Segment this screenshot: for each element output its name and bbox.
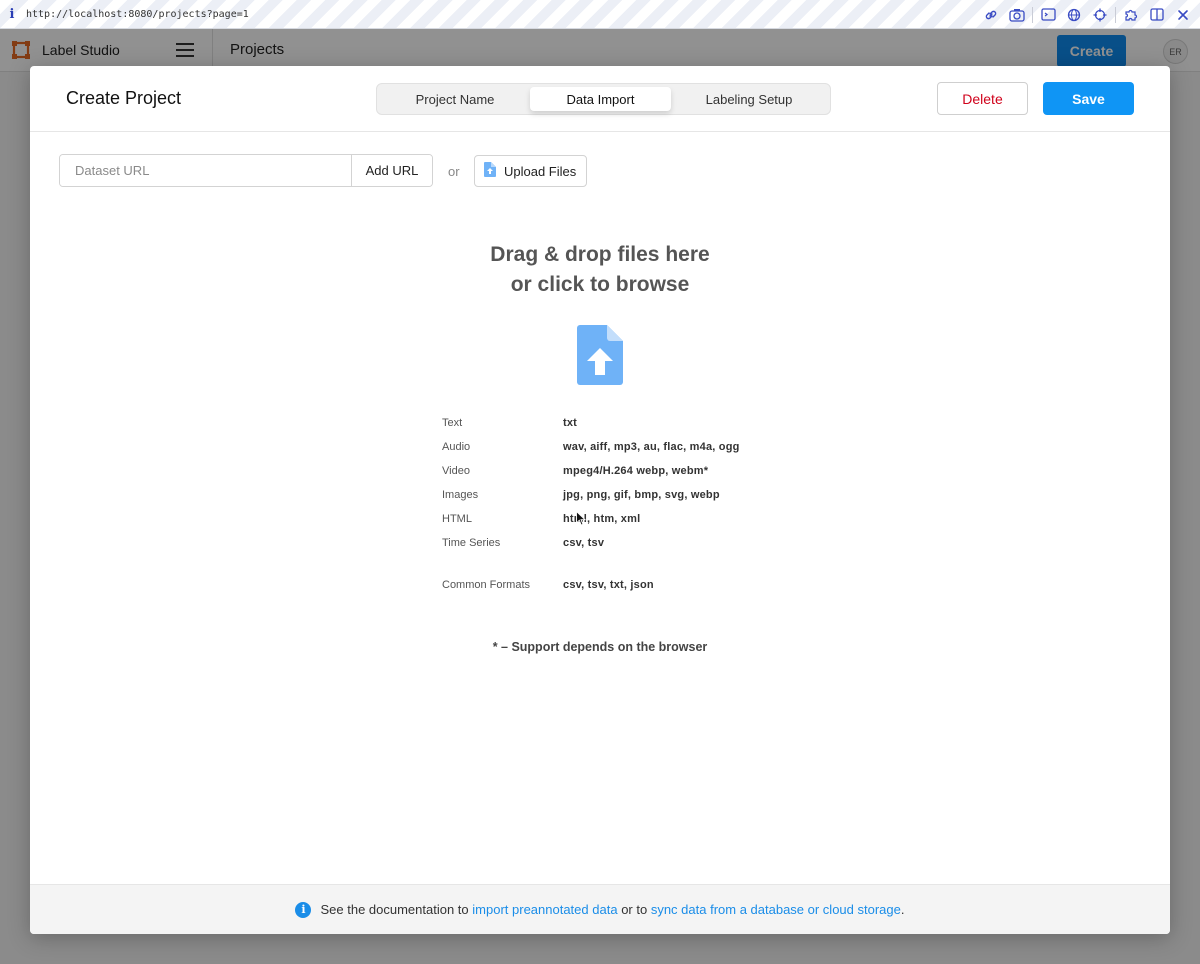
extension-icon[interactable] (1118, 0, 1144, 29)
tab-data-import[interactable]: Data Import (530, 87, 671, 111)
format-row: Audio wav, aiff, mp3, au, flac, m4a, ogg (442, 438, 802, 462)
format-value: txt (563, 417, 578, 429)
split-view-icon[interactable] (1144, 0, 1170, 29)
footer-text: or to (621, 902, 648, 917)
format-row: Video mpeg4/H.264 webp, webm* (442, 462, 802, 486)
create-project-modal: Create Project Project Name Data Import … (30, 66, 1170, 934)
format-row: Common Formats csv, tsv, txt, json (442, 576, 802, 600)
format-row: Text txt (442, 414, 802, 438)
or-separator: or (448, 164, 460, 179)
browser-support-note: * – Support depends on the browser (492, 640, 708, 654)
drop-title-line1: Drag & drop files here (490, 243, 710, 266)
drop-title-line2: or click to browse (510, 273, 690, 296)
close-icon[interactable] (1170, 0, 1196, 29)
supported-formats-list: Text txt Audio wav, aiff, mp3, au, flac,… (442, 414, 802, 600)
modal-title: Create Project (66, 88, 182, 108)
address-bar[interactable]: http://localhost:8080/projects?page=1 (26, 9, 249, 20)
format-value: wav, aiff, mp3, au, flac, m4a, ogg (563, 441, 740, 453)
import-preannotated-link[interactable]: import preannotated data (472, 902, 617, 917)
crosshair-icon[interactable] (1087, 0, 1113, 29)
tab-project-name[interactable]: Project Name (380, 87, 530, 111)
format-label: Images (442, 489, 479, 501)
file-upload-icon (577, 325, 623, 390)
format-label: Audio (442, 441, 471, 453)
format-label: Text (442, 417, 463, 429)
format-value: jpg, png, gif, bmp, svg, webp (563, 489, 720, 501)
site-info-icon[interactable]: i (0, 7, 24, 22)
link-icon[interactable] (978, 0, 1004, 29)
format-value: html, htm, xml (563, 513, 641, 525)
format-value: csv, tsv, txt, json (563, 579, 654, 591)
browser-actions (978, 0, 1196, 29)
format-label: HTML (442, 513, 472, 525)
dataset-url-input[interactable] (60, 155, 351, 186)
camera-icon[interactable] (1004, 0, 1030, 29)
format-value: csv, tsv (563, 537, 605, 549)
file-upload-icon (484, 162, 496, 180)
format-row: Images jpg, png, gif, bmp, svg, webp (442, 486, 802, 510)
terminal-icon[interactable] (1035, 0, 1061, 29)
format-label: Common Formats (442, 579, 531, 591)
tab-labeling-setup[interactable]: Labeling Setup (671, 87, 827, 111)
upload-files-button[interactable]: Upload Files (474, 155, 587, 187)
browser-toolbar: i http://localhost:8080/projects?page=1 (0, 0, 1200, 29)
format-label: Video (442, 465, 470, 477)
modal-header: Create Project Project Name Data Import … (30, 66, 1170, 132)
save-button[interactable]: Save (1043, 82, 1134, 115)
format-row: Time Series csv, tsv (442, 534, 802, 558)
file-drop-zone[interactable]: Drag & drop files here or click to brows… (30, 206, 1170, 886)
toolbar-divider (1032, 6, 1033, 23)
mouse-cursor-icon (576, 510, 587, 531)
footer-text: See the documentation to (320, 902, 469, 917)
add-url-button[interactable]: Add URL (351, 155, 432, 186)
dataset-url-group: Add URL (59, 154, 433, 187)
footer-text: . (900, 902, 905, 917)
format-row: HTML html, htm, xml (442, 510, 802, 534)
delete-button[interactable]: Delete (937, 82, 1028, 115)
format-label: Time Series (442, 537, 501, 549)
drop-zone-title: Drag & drop files here or click to brows… (30, 240, 1170, 300)
toolbar-divider (1115, 6, 1116, 23)
format-value: mpeg4/H.264 webp, webm* (563, 465, 709, 477)
globe-icon[interactable] (1061, 0, 1087, 29)
modal-footer: i See the documentation to import preann… (30, 884, 1170, 934)
sync-storage-link[interactable]: sync data from a database or cloud stora… (651, 902, 901, 917)
upload-files-label: Upload Files (504, 163, 577, 179)
step-tabs: Project Name Data Import Labeling Setup (376, 83, 831, 115)
info-icon: i (295, 901, 312, 918)
